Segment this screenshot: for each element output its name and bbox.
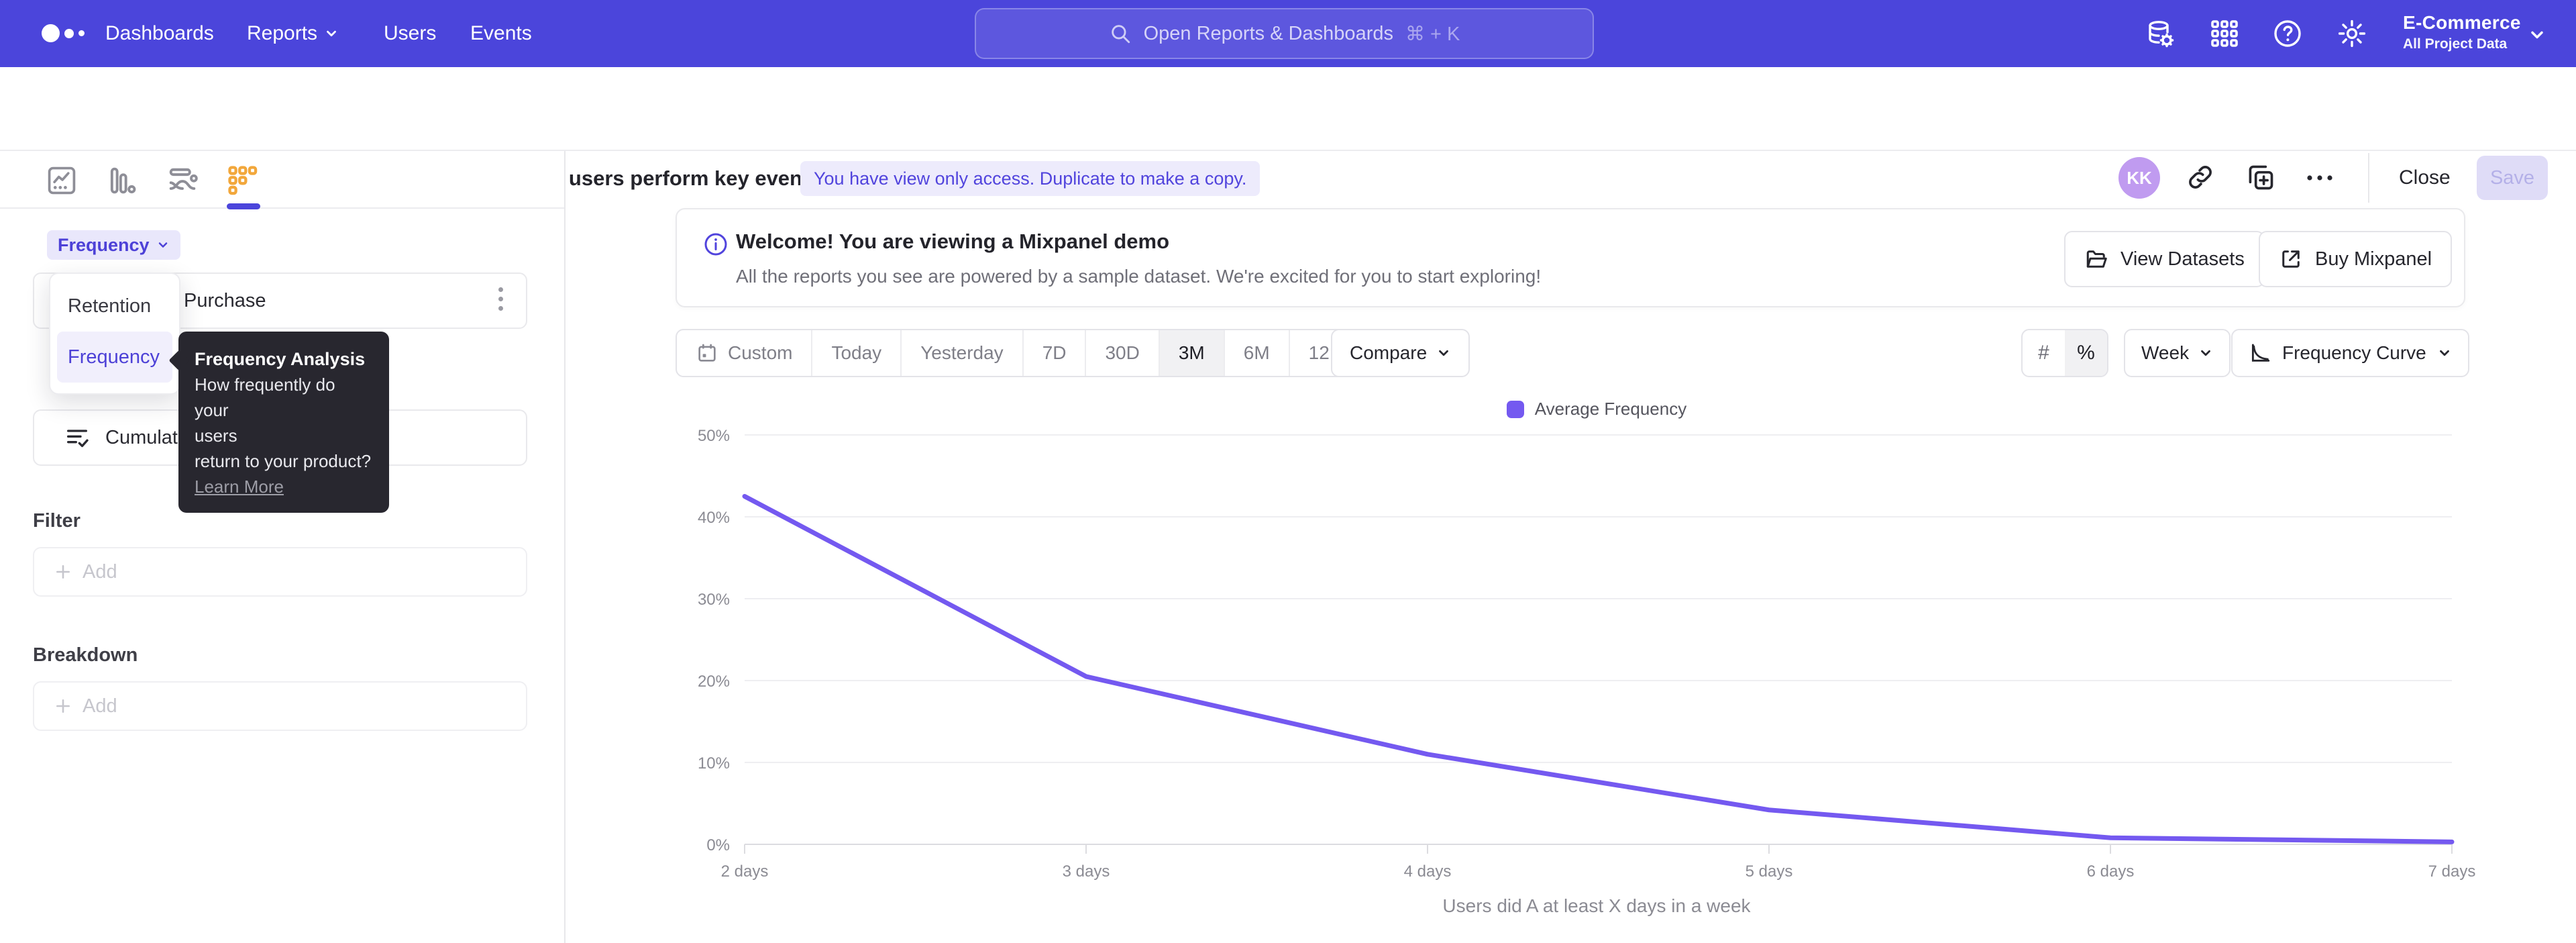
banner-title: Welcome! You are viewing a Mixpanel demo [736,230,1169,254]
svg-text:5 days: 5 days [1746,862,1793,881]
more-options-icon[interactable] [2305,173,2334,183]
view-only-badge[interactable]: You have view only access. Duplicate to … [800,161,1260,196]
search-icon [1109,22,1132,45]
chevron-down-icon [2198,346,2213,360]
svg-text:10%: 10% [698,754,730,773]
svg-text:40%: 40% [698,509,730,527]
tab-insights[interactable] [44,163,79,198]
nav-reports[interactable]: Reports [247,0,339,67]
nav-users[interactable]: Users [384,0,436,67]
help-icon[interactable] [2271,17,2304,50]
global-search-input[interactable]: Open Reports & Dashboards ⌘ + K [975,8,1594,59]
range-yesterday[interactable]: Yesterday [900,330,1022,376]
info-icon [702,231,729,258]
nav-dashboards[interactable]: Dashboards [105,0,214,67]
granularity-dropdown[interactable]: Week [2124,329,2231,377]
compare-button[interactable]: Compare [1331,329,1470,377]
settings-gear-icon[interactable] [2336,17,2368,50]
top-nav: Dashboards Reports Users Events Open Rep… [0,0,2576,67]
query-sidebar: Frequency Purchase Cumulative Frequency … [0,151,566,943]
menu-item-frequency[interactable]: Frequency [57,332,172,383]
tooltip-line: How frequently do your [195,372,373,423]
tab-flows[interactable] [165,163,200,198]
chevron-down-icon [1436,346,1451,360]
avatar[interactable]: KK [2118,157,2160,199]
learn-more-link[interactable]: Learn More [195,474,373,499]
filter-header: Filter [33,510,80,532]
chevron-down-icon [324,26,339,41]
save-button[interactable]: Save [2477,156,2548,200]
buy-mixpanel-button[interactable]: Buy Mixpanel [2259,231,2452,287]
mixpanel-logo-icon[interactable] [42,24,85,42]
chart-caption: Users did A at least X days in a week [671,895,2522,917]
list-check-icon [64,424,91,451]
measurement-menu: Retention Frequency [49,272,180,395]
range-30d[interactable]: 30D [1085,330,1158,376]
tooltip-line: return to your product? [195,448,373,474]
apps-grid-icon[interactable] [2208,17,2241,50]
range-3m-selected[interactable]: 3M [1159,330,1224,376]
breakdown-header: Breakdown [33,644,138,666]
search-placeholder: Open Reports & Dashboards [1144,23,1393,45]
data-management-icon[interactable] [2144,17,2176,50]
demo-banner: Welcome! You are viewing a Mixpanel demo… [676,208,2465,307]
chevron-down-icon [2528,26,2546,44]
tooltip-title: Frequency Analysis [195,346,373,372]
project-scope: All Project Data [2403,36,2521,52]
copy-link-icon[interactable] [2186,162,2215,192]
frequency-chart: 0% 10% 20% 30% 40% 50% 2 days 3 days 4 days 5 day… [671,396,2522,893]
frequency-curve-icon [2249,342,2271,364]
report-tabs [0,151,564,209]
active-tab-indicator [227,203,260,209]
folder-icon [2084,247,2108,271]
svg-text:7 days: 7 days [2428,862,2476,881]
event-name: Purchase [184,290,266,312]
svg-text:3 days: 3 days [1063,862,1110,881]
absolute-count-toggle[interactable]: # [2023,330,2065,376]
range-today[interactable]: Today [811,330,900,376]
svg-text:0%: 0% [706,836,730,854]
tab-retention[interactable] [225,163,260,198]
chevron-down-icon [2437,346,2452,360]
range-7d[interactable]: 7D [1022,330,1085,376]
range-6m[interactable]: 6M [1224,330,1289,376]
kebab-menu-icon[interactable] [498,287,503,311]
svg-text:2 days: 2 days [721,862,769,881]
frequency-tooltip: Frequency Analysis How frequently do you… [178,332,389,513]
close-button[interactable]: Close [2399,166,2451,189]
divider [2368,153,2369,203]
plus-icon [54,563,72,581]
tooltip-line: users [195,423,373,448]
banner-subtitle: All the reports you see are powered by a… [736,266,1541,287]
svg-text:20%: 20% [698,673,730,691]
value-format-toggle: # % [2021,329,2108,377]
percent-toggle[interactable]: % [2065,330,2107,376]
svg-text:4 days: 4 days [1404,862,1452,881]
view-datasets-button[interactable]: View Datasets [2064,231,2265,287]
svg-text:30%: 30% [698,591,730,609]
chevron-down-icon [156,238,170,252]
external-link-icon [2279,247,2303,271]
range-custom[interactable]: Custom [677,330,811,376]
measurement-dropdown[interactable]: Frequency [47,230,180,260]
project-switcher[interactable]: E-Commerce All Project Data [2403,12,2521,52]
breakdown-add-button[interactable]: Add [33,681,527,731]
nav-events[interactable]: Events [470,0,532,67]
tab-funnels[interactable] [105,163,140,198]
date-range-selector: Custom Today Yesterday 7D 30D 3M 6M 12M [676,329,1365,377]
filter-add-button[interactable]: Add [33,547,527,597]
menu-item-retention[interactable]: Retention [57,281,172,332]
chart-type-dropdown[interactable]: Frequency Curve [2231,329,2469,377]
svg-text:50%: 50% [698,427,730,445]
project-name: E-Commerce [2403,12,2521,34]
report-title-bar: How do I... / Understand how frequently … [0,67,2576,151]
duplicate-icon[interactable] [2246,162,2275,192]
calendar-icon [696,342,718,364]
search-shortcut: ⌘ + K [1405,22,1460,46]
mixpanel-app: Dashboards Reports Users Events Open Rep… [0,0,2576,943]
plus-icon [54,697,72,715]
svg-text:6 days: 6 days [2087,862,2135,881]
